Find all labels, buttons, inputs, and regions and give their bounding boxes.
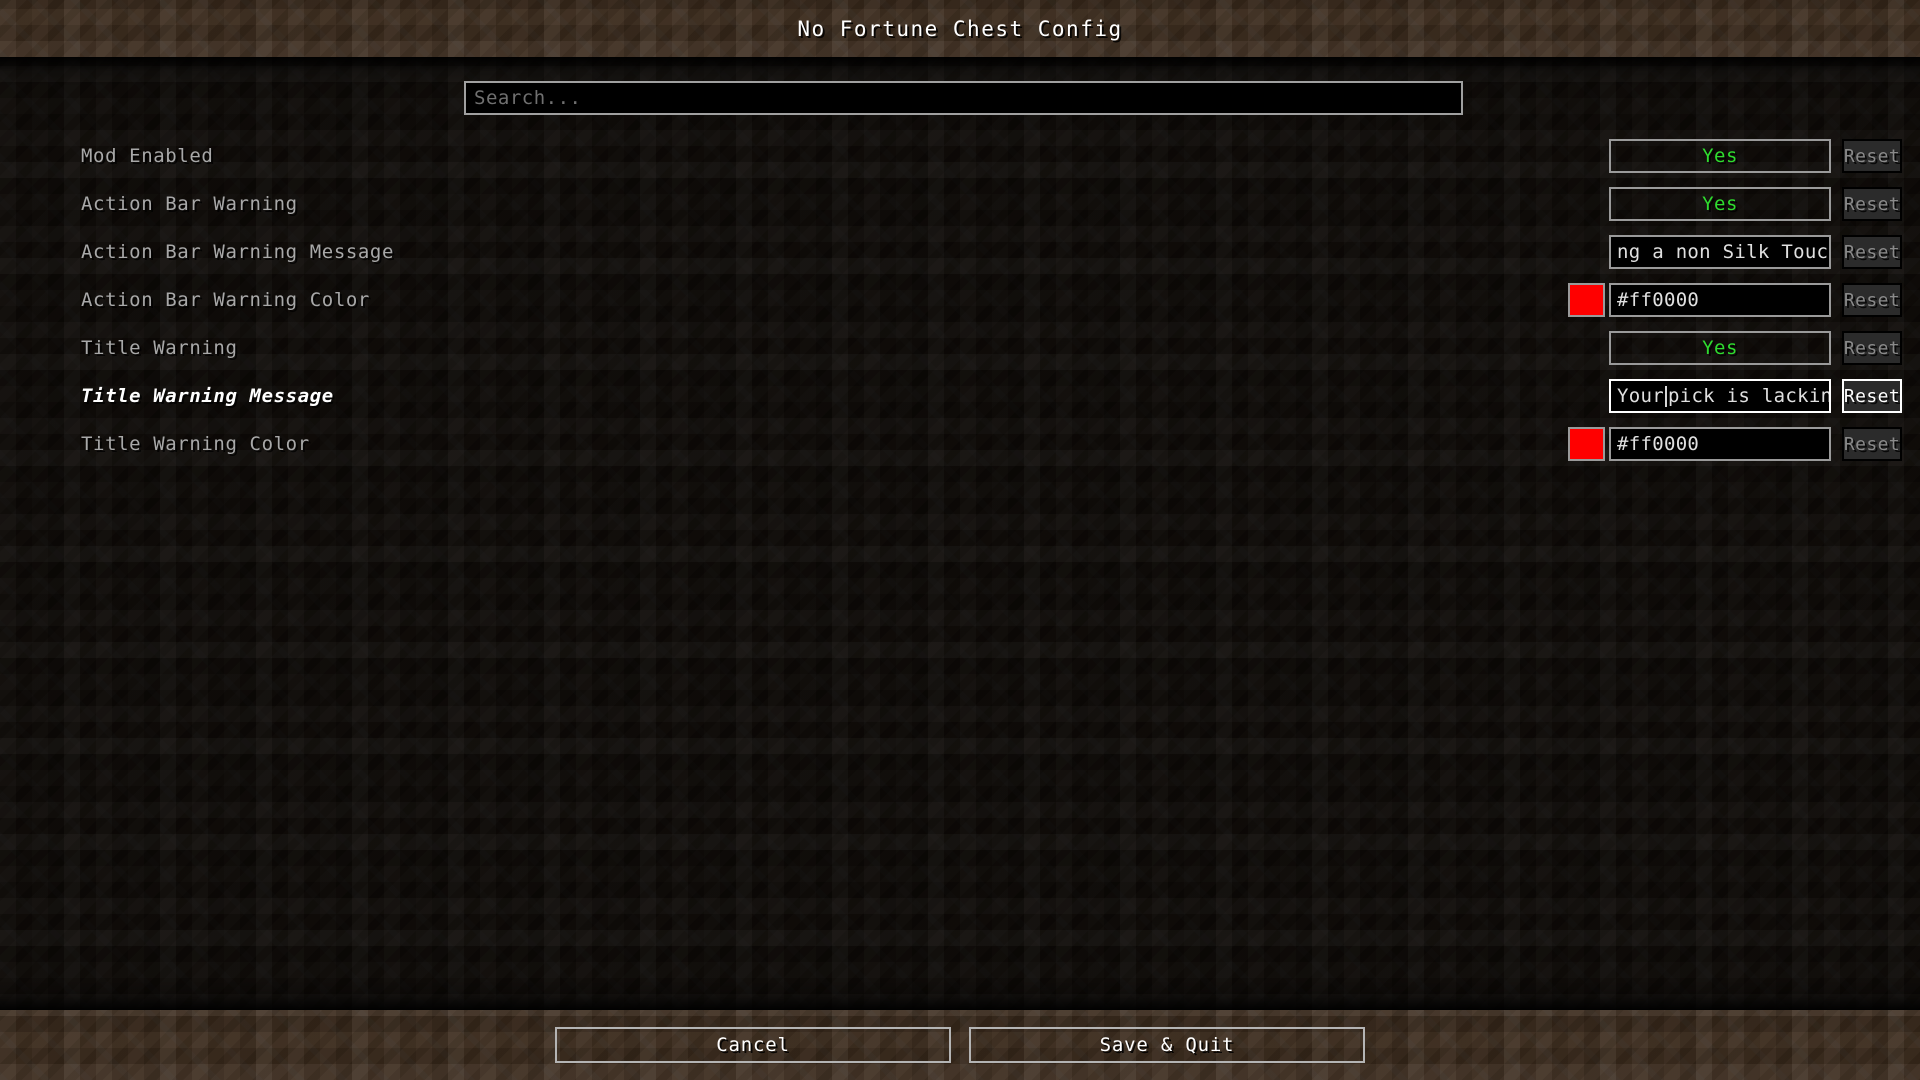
reset-button: Reset [1842, 331, 1902, 365]
config-row-controls: #ff0000 Reset [1568, 424, 1902, 464]
config-row-label: Title Warning [81, 337, 238, 359]
text-caret [1664, 385, 1667, 407]
text-value-input[interactable]: ng a non Silk Touch [1609, 235, 1831, 269]
config-row-label: Action Bar Warning Color [81, 289, 370, 311]
config-row-controls: Yes Reset [1568, 184, 1902, 224]
boolean-toggle-button[interactable]: Yes [1609, 187, 1831, 221]
config-row-controls: ng a non Silk Touch Reset [1568, 232, 1902, 272]
reset-button: Reset [1842, 427, 1902, 461]
text-value-after-caret: pick is lacking. [1667, 385, 1831, 407]
config-row: Title Warning Color #ff0000 Reset [0, 424, 1920, 464]
search-input[interactable]: Search... [464, 81, 1463, 115]
save-and-quit-button[interactable]: Save & Quit [969, 1027, 1365, 1063]
config-row-controls: #ff0000 Reset [1568, 280, 1902, 320]
color-swatch[interactable] [1568, 427, 1605, 461]
boolean-toggle-button[interactable]: Yes [1609, 331, 1831, 365]
color-hex-input[interactable]: #ff0000 [1609, 283, 1831, 317]
footer-button-group: Cancel Save & Quit [0, 1010, 1920, 1080]
config-row: Title Warning Message Yourpick is lacking… [0, 376, 1920, 416]
config-row-label: Mod Enabled [81, 145, 214, 167]
text-value-before-caret: Your [1617, 385, 1664, 407]
text-value: ng a non Silk Touch [1617, 241, 1831, 263]
config-row-label: Title Warning Message [81, 385, 334, 407]
config-row: Title Warning Yes Reset [0, 328, 1920, 368]
reset-button: Reset [1842, 139, 1902, 173]
color-hex-input[interactable]: #ff0000 [1609, 427, 1831, 461]
config-row: Action Bar Warning Yes Reset [0, 184, 1920, 224]
config-row-controls: Yes Reset [1568, 136, 1902, 176]
reset-button: Reset [1842, 187, 1902, 221]
search-placeholder-text: Search... [474, 87, 582, 109]
config-row-label: Action Bar Warning [81, 193, 298, 215]
cancel-button[interactable]: Cancel [555, 1027, 951, 1063]
reset-button: Reset [1842, 283, 1902, 317]
config-row-label: Action Bar Warning Message [81, 241, 395, 263]
reset-button[interactable]: Reset [1842, 379, 1902, 413]
config-row-label: Title Warning Color [81, 433, 310, 455]
boolean-toggle-button[interactable]: Yes [1609, 139, 1831, 173]
text-value: #ff0000 [1617, 289, 1700, 311]
page-title: No Fortune Chest Config [797, 16, 1123, 41]
config-row-controls: Yourpick is lacking. Reset [1568, 376, 1902, 416]
color-swatch[interactable] [1568, 283, 1605, 317]
config-row: Action Bar Warning Color #ff0000 Reset [0, 280, 1920, 320]
reset-button: Reset [1842, 235, 1902, 269]
config-row: Mod Enabled Yes Reset [0, 136, 1920, 176]
config-row-controls: Yes Reset [1568, 328, 1902, 368]
text-value-input[interactable]: Yourpick is lacking. [1609, 379, 1831, 413]
text-value: #ff0000 [1617, 433, 1700, 455]
config-row: Action Bar Warning Message ng a non Silk … [0, 232, 1920, 272]
